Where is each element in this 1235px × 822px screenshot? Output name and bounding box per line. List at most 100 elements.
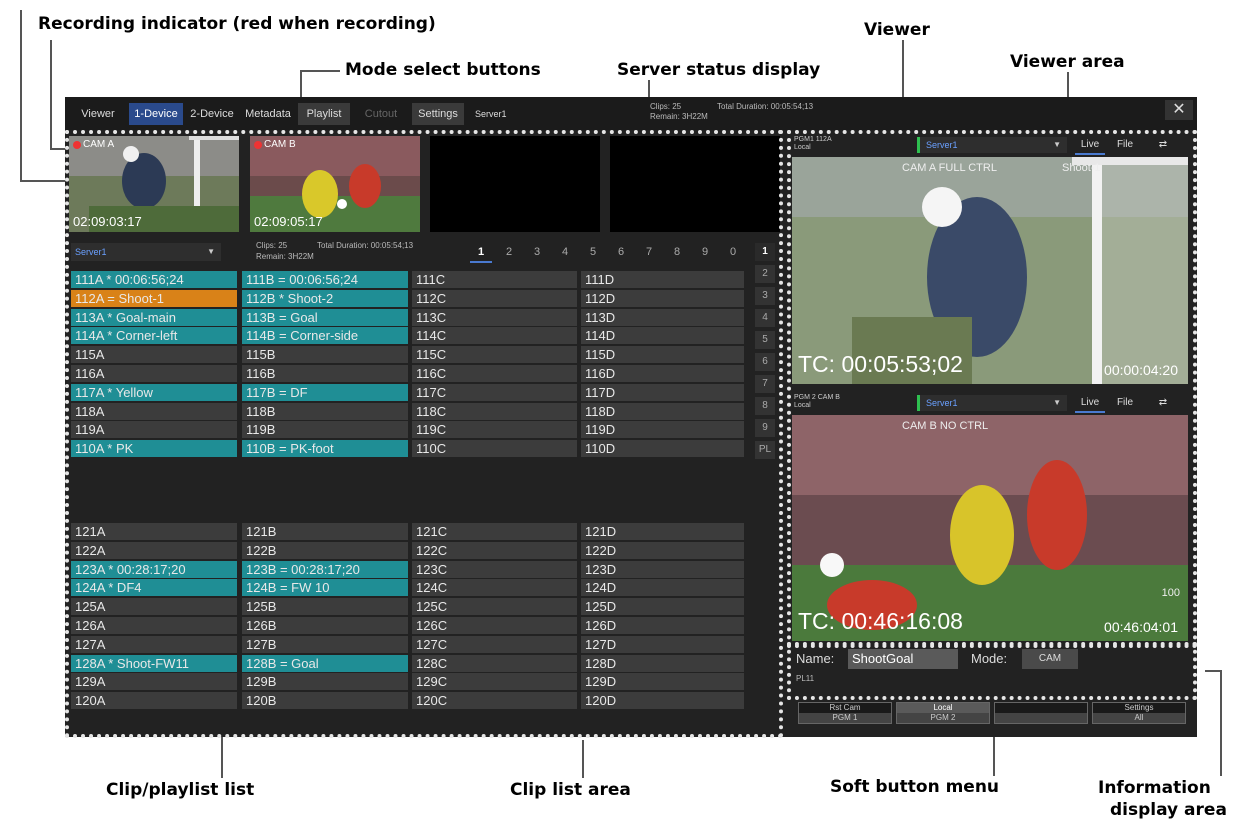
clip-cell[interactable]: 123C (412, 560, 577, 578)
clip-cell[interactable]: 111D (581, 271, 744, 288)
clip-cell[interactable]: 117B = DF (242, 383, 408, 401)
info-name-field[interactable]: ShootGoal (848, 649, 958, 669)
clip-cell[interactable]: 129D (581, 673, 744, 691)
close-button[interactable]: ✕ (1165, 100, 1193, 120)
cliplist-server-select[interactable]: Server1 ▼ (71, 243, 221, 261)
clip-cell[interactable]: 124C (412, 579, 577, 597)
clip-cell[interactable]: 115A (71, 346, 237, 364)
clip-cell[interactable]: 125A (71, 598, 237, 616)
clip-cell[interactable]: 125B (242, 598, 408, 616)
clip-cell[interactable]: 129A (71, 673, 237, 691)
clip-cell[interactable]: 121A (71, 523, 237, 540)
settings-button[interactable]: Settings (412, 103, 464, 125)
clip-cell[interactable]: 118B (242, 402, 408, 420)
clip-cell[interactable]: 114B = Corner-side (242, 327, 408, 345)
clip-cell[interactable]: 111B = 00:06:56;24 (242, 271, 408, 288)
clip-cell[interactable]: 129C (412, 673, 577, 691)
clip-cell[interactable]: 115B (242, 346, 408, 364)
clip-cell[interactable]: 122B (242, 541, 408, 559)
page-button-0[interactable]: 0 (722, 243, 744, 261)
page-button-2[interactable]: 2 (498, 243, 520, 261)
clip-cell[interactable]: 112A = Shoot-1 (71, 289, 237, 307)
clip-cell[interactable]: 127D (581, 635, 744, 653)
mode-metadata-button[interactable]: Metadata (241, 103, 295, 125)
recorder-thumbnail-empty[interactable] (610, 136, 780, 232)
mode-playlist-button[interactable]: Playlist (298, 103, 350, 125)
soft-button-1[interactable]: Rst Cam PGM 1 (798, 702, 892, 724)
clip-cell[interactable]: 125D (581, 598, 744, 616)
viewer-1-file-button[interactable]: File (1110, 137, 1140, 153)
clip-cell[interactable]: 122C (412, 541, 577, 559)
clip-cell[interactable]: 114C (412, 327, 577, 345)
soft-button-4[interactable]: Settings All (1092, 702, 1186, 724)
clip-cell[interactable]: 116B (242, 365, 408, 382)
bank-tab-8[interactable]: 8 (755, 397, 775, 415)
clip-cell[interactable]: 117D (581, 383, 744, 401)
clip-cell[interactable]: 116D (581, 365, 744, 382)
page-button-8[interactable]: 8 (666, 243, 688, 261)
clip-cell[interactable]: 120A (71, 692, 237, 710)
clip-cell[interactable]: 121C (412, 523, 577, 540)
clip-cell[interactable]: 110C (412, 440, 577, 458)
clip-cell[interactable]: 126B (242, 617, 408, 634)
bank-tab-1[interactable]: 1 (755, 243, 775, 261)
bank-tab-3[interactable]: 3 (755, 287, 775, 305)
clip-cell[interactable]: 128C (412, 654, 577, 672)
clip-cell[interactable]: 112B * Shoot-2 (242, 289, 408, 307)
viewer-1[interactable]: CAM A FULL CTRL Shoot-1 TC: 00:05:53;02 … (792, 157, 1188, 384)
clip-cell[interactable]: 124A * DF4 (71, 579, 237, 597)
recorder-thumbnail-empty[interactable] (430, 136, 600, 232)
clip-cell[interactable]: 127C (412, 635, 577, 653)
bank-tab-2[interactable]: 2 (755, 265, 775, 283)
page-button-5[interactable]: 5 (582, 243, 604, 261)
clip-cell[interactable]: 118D (581, 402, 744, 420)
clip-cell[interactable]: 110B = PK-foot (242, 440, 408, 458)
viewer-2-swap-icon[interactable]: ⇄ (1148, 395, 1178, 411)
clip-cell[interactable]: 111C (412, 271, 577, 288)
clip-cell[interactable]: 113C (412, 308, 577, 326)
page-button-1[interactable]: 1 (470, 243, 492, 263)
clip-cell[interactable]: 113A * Goal-main (71, 308, 237, 326)
clip-cell[interactable]: 127B (242, 635, 408, 653)
clip-cell[interactable]: 111A * 00:06:56;24 (71, 271, 237, 288)
soft-button-2[interactable]: Local PGM 2 (896, 702, 990, 724)
clip-cell[interactable]: 113D (581, 308, 744, 326)
recorder-thumbnail-cam-b[interactable]: CAM B 02:09:05:17 (250, 136, 420, 232)
clip-cell[interactable]: 112D (581, 289, 744, 307)
viewer-1-server-select[interactable]: Server1 ▼ (917, 137, 1067, 153)
clip-cell[interactable]: 128D (581, 654, 744, 672)
clip-cell[interactable]: 119D (581, 421, 744, 439)
clip-cell[interactable]: 120B (242, 692, 408, 710)
clip-cell[interactable]: 123D (581, 560, 744, 578)
page-button-9[interactable]: 9 (694, 243, 716, 261)
bank-tab-7[interactable]: 7 (755, 375, 775, 393)
viewer-2-server-select[interactable]: Server1 ▼ (917, 395, 1067, 411)
clip-cell[interactable]: 126C (412, 617, 577, 634)
clip-cell[interactable]: 124B = FW 10 (242, 579, 408, 597)
clip-cell[interactable]: 126A (71, 617, 237, 634)
page-button-7[interactable]: 7 (638, 243, 660, 261)
viewer-2[interactable]: CAM B NO CTRL 100 TC: 00:46:16:08 00:46:… (792, 415, 1188, 641)
recorder-thumbnail-cam-a[interactable]: CAM A 02:09:03:17 (69, 136, 239, 232)
clip-cell[interactable]: 110A * PK (71, 440, 237, 458)
viewer-1-swap-icon[interactable]: ⇄ (1148, 137, 1178, 153)
clip-cell[interactable]: 117A * Yellow (71, 383, 237, 401)
mode-viewer-button[interactable]: Viewer (71, 103, 125, 125)
clip-cell[interactable]: 115D (581, 346, 744, 364)
clip-cell[interactable]: 116C (412, 365, 577, 382)
bank-tab-6[interactable]: 6 (755, 353, 775, 371)
mode-1-device-button[interactable]: 1-Device (129, 103, 183, 125)
viewer-2-live-button[interactable]: Live (1075, 395, 1105, 413)
page-button-6[interactable]: 6 (610, 243, 632, 261)
mode-cutout-button[interactable]: Cutout (355, 103, 407, 125)
page-button-4[interactable]: 4 (554, 243, 576, 261)
clip-cell[interactable]: 118A (71, 402, 237, 420)
clip-cell[interactable]: 110D (581, 440, 744, 458)
clip-cell[interactable]: 123A * 00:28:17;20 (71, 560, 237, 578)
clip-cell[interactable]: 113B = Goal (242, 308, 408, 326)
mode-2-device-button[interactable]: 2-Device (185, 103, 239, 125)
clip-cell[interactable]: 116A (71, 365, 237, 382)
bank-tab-9[interactable]: 9 (755, 419, 775, 437)
soft-button-3[interactable] (994, 702, 1088, 724)
clip-cell[interactable]: 122D (581, 541, 744, 559)
